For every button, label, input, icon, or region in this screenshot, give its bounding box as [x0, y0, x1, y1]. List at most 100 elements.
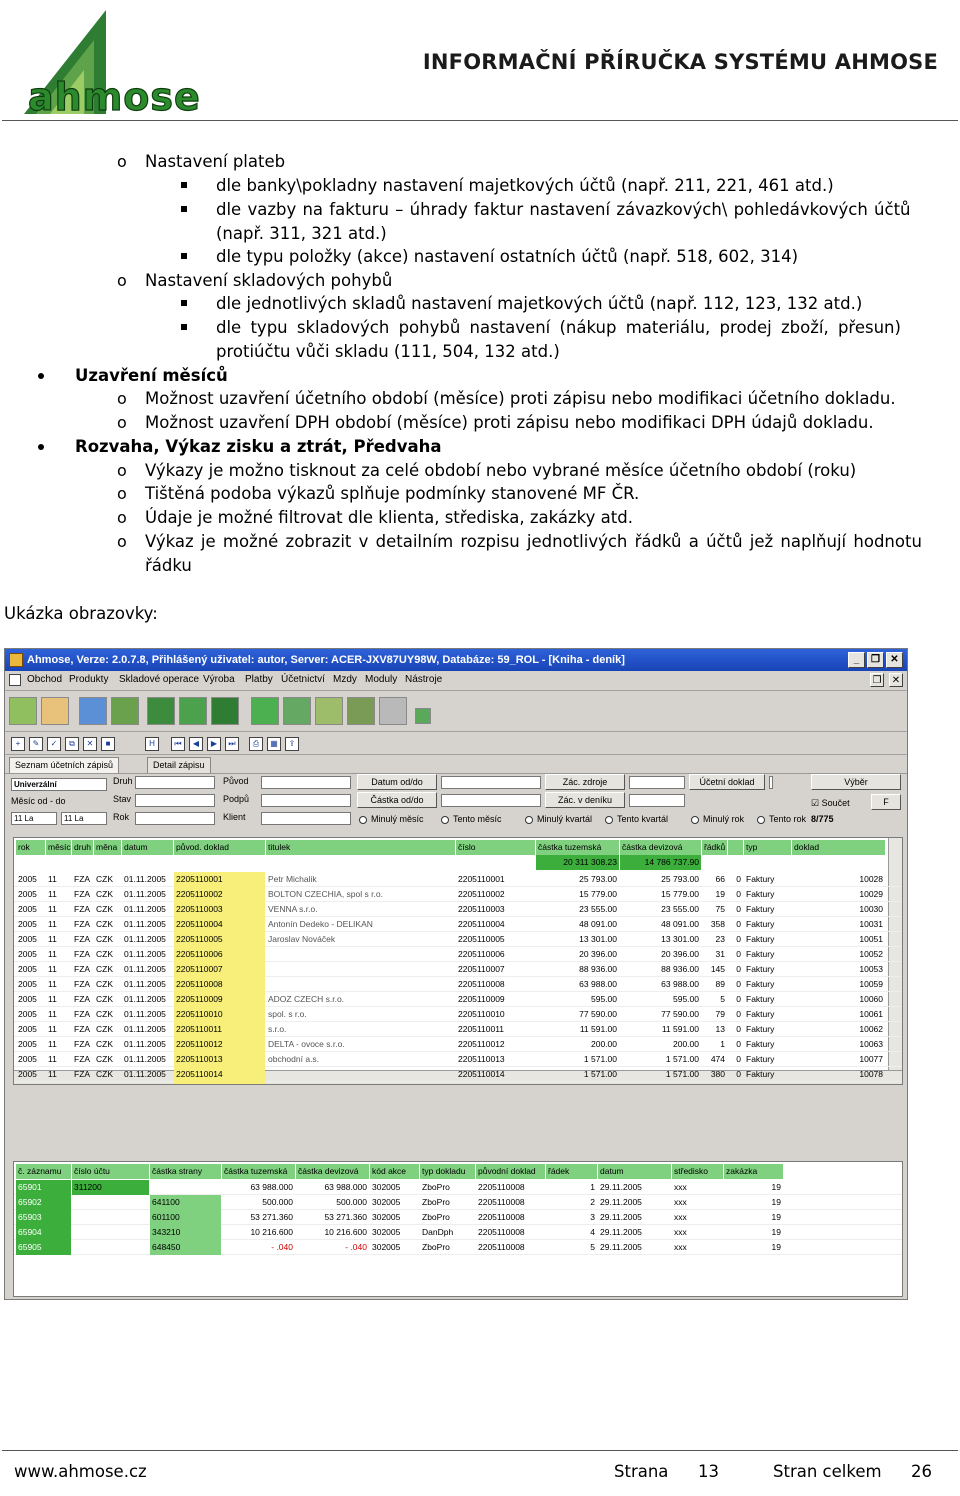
footer-page-label: Strana	[614, 1462, 669, 1481]
table-cell: 2005	[18, 904, 37, 914]
menu-item[interactable]: Moduly	[365, 674, 397, 685]
menu-item[interactable]: Platby	[245, 674, 273, 685]
radio-period[interactable]	[691, 816, 699, 824]
table-cell: 11 591.00	[579, 1024, 617, 1034]
menu-item[interactable]: Produkty	[69, 674, 108, 685]
sum-checkbox[interactable]: ☑ Součet	[811, 798, 850, 809]
klient-input[interactable]	[261, 812, 351, 825]
search-icon[interactable]	[379, 697, 407, 725]
menu-item[interactable]: Skladové operace	[119, 674, 199, 685]
tab-detail[interactable]: Detail zápisu	[147, 757, 211, 773]
amount-to-input[interactable]	[629, 794, 685, 807]
date-range-button[interactable]: Datum od/do	[357, 774, 437, 790]
document-icon[interactable]	[147, 697, 175, 725]
prev-icon[interactable]: ◀	[189, 737, 203, 751]
amount-range-button[interactable]: Částka od/do	[357, 792, 437, 808]
druh-select[interactable]	[135, 776, 215, 789]
list-bullet	[181, 206, 187, 212]
menu-item[interactable]: Účetnictví	[281, 674, 325, 685]
money-icon[interactable]	[251, 697, 279, 725]
home-icon[interactable]: H	[145, 737, 159, 751]
invoice-icon[interactable]	[179, 697, 207, 725]
journal-start-button[interactable]: Zác. v deníku	[545, 792, 625, 808]
people-icon[interactable]	[41, 697, 69, 725]
table-cell: 0	[728, 1082, 743, 1084]
users-icon[interactable]	[9, 697, 37, 725]
edit-icon[interactable]: ✎	[29, 737, 43, 751]
ledger-icon[interactable]	[283, 697, 311, 725]
entries-grid[interactable]: č. záznamu číslo účtu částka strany částka …	[13, 1161, 903, 1297]
transfer-icon[interactable]	[211, 697, 239, 725]
amount-from-input[interactable]	[441, 794, 541, 807]
footer-url[interactable]: www.ahmose.cz	[14, 1461, 147, 1483]
month-from-select[interactable]: 11 La	[11, 812, 57, 825]
date-to-input[interactable]	[629, 776, 685, 789]
table-cell: 1	[720, 1039, 725, 1049]
new-icon[interactable]: +	[11, 737, 25, 751]
grid-icon[interactable]: ▦	[267, 737, 281, 751]
stav-select[interactable]	[135, 794, 215, 807]
journal-grid[interactable]: rok měsíc druh měna datum původ. doklad titule…	[13, 837, 903, 1085]
radio-period[interactable]	[525, 816, 533, 824]
restore-icon[interactable]: ❐	[867, 652, 884, 668]
doc-button[interactable]: Účetní doklad	[689, 774, 765, 790]
table-cell: 01.11.2005	[124, 1039, 166, 1049]
last-icon[interactable]: ⏭	[225, 737, 239, 751]
rok-select[interactable]	[135, 812, 215, 825]
chart-icon[interactable]	[315, 697, 343, 725]
table-cell: 302005	[372, 1182, 401, 1192]
column-header: částka devizová	[620, 840, 701, 855]
computer-icon[interactable]	[79, 697, 107, 725]
puvod-input[interactable]	[261, 776, 351, 789]
table-cell: 1 571.00	[665, 1054, 699, 1064]
save-icon[interactable]: ■	[101, 737, 115, 751]
table-cell: 2205110008	[478, 1242, 525, 1252]
header-rule	[2, 120, 958, 121]
first-icon[interactable]: ⏮	[171, 737, 185, 751]
restore-icon[interactable]: ❐	[870, 673, 884, 687]
delete-icon[interactable]: ✕	[83, 737, 97, 751]
month-to-select[interactable]: 11 La	[61, 812, 107, 825]
tab-list[interactable]: Seznam účetních zápisů	[9, 757, 120, 773]
table-cell: 2005	[18, 1069, 37, 1079]
copy-icon[interactable]: ⧉	[65, 737, 79, 751]
menu-item[interactable]: Mzdy	[333, 674, 357, 685]
filter-type-select[interactable]: Univerzální	[11, 778, 107, 791]
menu-item[interactable]: Obchod	[27, 674, 62, 685]
table-cell: 0	[736, 1024, 741, 1034]
source-start-button[interactable]: Zác. zdroje	[545, 774, 625, 790]
minimize-icon[interactable]: _	[848, 652, 865, 668]
table-cell: 3	[590, 1212, 595, 1222]
next-icon[interactable]: ▶	[207, 737, 221, 751]
calc-icon[interactable]	[415, 708, 431, 724]
menu-item[interactable]: Výroba	[203, 674, 235, 685]
select-button[interactable]: Výběr	[811, 774, 901, 790]
check-icon[interactable]: ✓	[47, 737, 61, 751]
close-icon[interactable]: ✕	[889, 673, 903, 687]
app-toolbar	[5, 692, 907, 732]
menu-item[interactable]: Nástroje	[405, 674, 442, 685]
print-icon[interactable]: ⎙	[249, 737, 263, 751]
table-cell: - .040	[271, 1242, 293, 1252]
footer-total-number: 26	[911, 1462, 932, 1481]
radio-period[interactable]	[757, 816, 765, 824]
date-from-input[interactable]	[441, 776, 541, 789]
radio-period[interactable]	[605, 816, 613, 824]
list-marker-o: o	[117, 532, 127, 551]
doc-input[interactable]	[769, 776, 773, 789]
export-icon[interactable]: ⇪	[285, 737, 299, 751]
table-cell: Faktury	[744, 1082, 791, 1084]
book-icon[interactable]	[347, 697, 375, 725]
podpis-input[interactable]	[261, 794, 351, 807]
table-cell: 2205110004	[174, 917, 265, 932]
table-cell: 11	[48, 874, 57, 884]
table-cell: 2205110011	[458, 1024, 505, 1034]
tag-icon[interactable]	[111, 697, 139, 725]
f-button[interactable]: F	[871, 794, 901, 810]
radio-period[interactable]	[441, 816, 449, 824]
table-cell: ZboPro	[422, 1197, 450, 1207]
radio-period[interactable]	[359, 816, 367, 824]
table-cell: 1 571.00	[583, 1069, 617, 1079]
table-cell: 2205110008	[458, 979, 505, 989]
close-icon[interactable]: ✕	[886, 652, 903, 668]
